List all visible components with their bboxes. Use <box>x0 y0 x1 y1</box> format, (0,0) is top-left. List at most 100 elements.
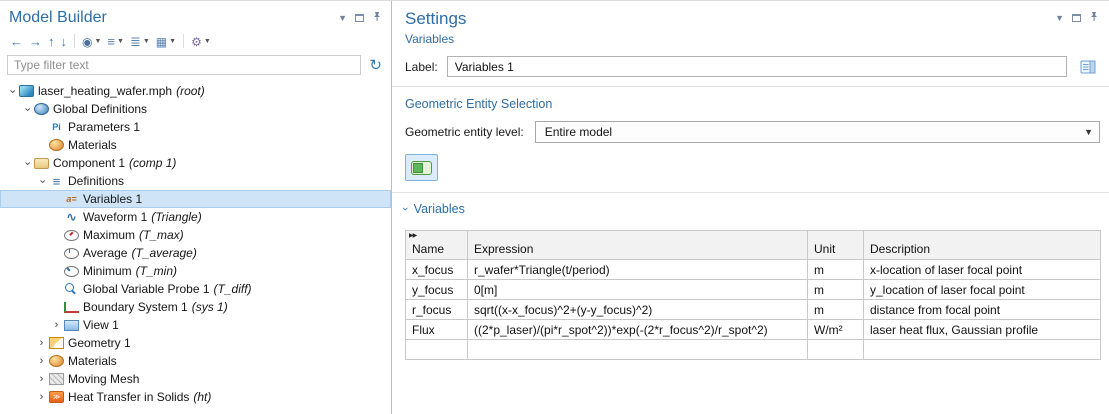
tree-item-suffix: (sys 1) <box>192 300 228 314</box>
forward-button[interactable] <box>26 34 45 49</box>
expand-icon[interactable] <box>50 320 63 331</box>
variable-description-cell[interactable]: laser heat flux, Gaussian profile <box>864 320 1101 340</box>
tree-item[interactable]: Definitions <box>0 172 391 190</box>
tree-item[interactable]: View 1 <box>0 316 391 334</box>
columns-button[interactable]: ▼ <box>153 34 179 49</box>
column-header-unit[interactable]: Unit <box>808 231 864 260</box>
gauge-avg-icon <box>64 248 79 259</box>
empty-cell[interactable] <box>864 340 1101 360</box>
variable-name-cell[interactable]: r_focus <box>406 300 468 320</box>
filter-input[interactable] <box>7 55 361 75</box>
tree-item[interactable]: Boundary System 1(sys 1) <box>0 298 391 316</box>
tree-item[interactable]: Average(T_average) <box>0 244 391 262</box>
tree-item[interactable]: Parameters 1 <box>0 118 391 136</box>
tree-item-suffix: (ht) <box>193 390 211 404</box>
variable-name-cell[interactable]: y_focus <box>406 280 468 300</box>
toolbar-settings-icon <box>191 35 202 48</box>
column-header-expression[interactable]: Expression <box>468 231 808 260</box>
more-options-icon <box>1080 60 1096 74</box>
model-icon <box>19 85 34 97</box>
variable-unit-cell[interactable]: W/m² <box>808 320 864 340</box>
variable-expression-cell[interactable]: 0[m] <box>468 280 808 300</box>
variables-table: NameExpressionUnitDescription x_focusr_w… <box>405 230 1101 360</box>
collapse-icon[interactable] <box>5 86 18 97</box>
variable-name-cell[interactable]: Flux <box>406 320 468 340</box>
tree-item[interactable]: Global Definitions <box>0 100 391 118</box>
model-builder-toolbar: ▼▼▼▼▼ <box>0 28 391 52</box>
variable-unit-cell[interactable]: m <box>808 260 864 280</box>
tree-item[interactable]: Materials <box>0 136 391 154</box>
variable-expression-cell[interactable]: ((2*p_laser)/(pi*r_spot^2))*exp(-(2*r_fo… <box>468 320 808 340</box>
panel-menu-icon[interactable]: ▼ <box>338 13 347 23</box>
collapse-icon[interactable] <box>35 176 48 187</box>
tree-item[interactable]: laser_heating_wafer.mph(root) <box>0 82 391 100</box>
tree-item[interactable]: Minimum(T_min) <box>0 262 391 280</box>
variables-section-header[interactable]: Variables <box>392 193 1109 223</box>
active-toggle-button[interactable] <box>405 154 438 181</box>
pin-icon[interactable] <box>1089 9 1099 27</box>
tree-item-suffix: (T_min) <box>136 264 177 278</box>
collapse-section-icon[interactable] <box>399 207 411 211</box>
expand-icon[interactable] <box>35 392 48 403</box>
tree-item[interactable]: Maximum(T_max) <box>0 226 391 244</box>
view-icon <box>64 320 79 331</box>
refresh-icon[interactable]: ↻ <box>367 58 384 73</box>
label-input[interactable] <box>447 56 1067 77</box>
show-button[interactable]: ▼ <box>79 34 104 49</box>
sort-button[interactable]: ▼ <box>127 34 153 49</box>
node-text-button[interactable]: ▼ <box>104 34 127 49</box>
variable-name-cell[interactable]: x_focus <box>406 260 468 280</box>
tree-item-label: Global Definitions <box>53 102 147 116</box>
variable-unit-cell[interactable]: m <box>808 280 864 300</box>
tree-item-suffix: (comp 1) <box>129 156 176 170</box>
variable-expression-cell[interactable]: r_wafer*Triangle(t/period) <box>468 260 808 280</box>
back-icon <box>10 35 23 48</box>
expand-icon[interactable] <box>35 356 48 367</box>
tree-item-label: Moving Mesh <box>68 372 139 386</box>
boundary-icon <box>64 302 79 313</box>
tree-item-label: laser_heating_wafer.mph <box>38 84 172 98</box>
columns-icon <box>156 35 167 48</box>
tree-item-label: Materials <box>68 354 117 368</box>
tree-item[interactable]: Variables 1 <box>0 190 391 208</box>
collapse-icon[interactable] <box>20 104 33 115</box>
geometric-entity-level-value: Entire model <box>545 125 612 139</box>
float-window-icon[interactable] <box>1072 14 1081 22</box>
column-header-description[interactable]: Description <box>864 231 1101 260</box>
variable-expression-cell[interactable]: sqrt((x-x_focus)^2+(y-y_focus)^2) <box>468 300 808 320</box>
materials-icon <box>49 355 64 367</box>
variable-description-cell[interactable]: y_location of laser focal point <box>864 280 1101 300</box>
tree-item-label: Maximum <box>83 228 135 242</box>
variable-description-cell[interactable]: x-location of laser focal point <box>864 260 1101 280</box>
component-icon <box>34 158 49 169</box>
collapse-icon[interactable] <box>20 158 33 169</box>
empty-cell[interactable] <box>808 340 864 360</box>
panel-menu-icon[interactable]: ▼ <box>1055 13 1064 23</box>
column-header-name[interactable]: Name <box>406 231 468 260</box>
geometric-entity-level-select[interactable]: Entire model ▼ <box>535 121 1100 143</box>
toolbar-settings-button[interactable]: ▼ <box>188 34 214 49</box>
settings-subtitle: Variables <box>392 29 1109 55</box>
variable-description-cell[interactable]: distance from focal point <box>864 300 1101 320</box>
tree-item[interactable]: Materials <box>0 352 391 370</box>
move-up-button[interactable] <box>45 34 58 49</box>
expand-icon[interactable] <box>35 374 48 385</box>
parameters-icon <box>49 120 64 134</box>
tree-item-label: Parameters 1 <box>68 120 140 134</box>
more-options-button[interactable] <box>1076 56 1100 77</box>
tree-item[interactable]: Global Variable Probe 1(T_diff) <box>0 280 391 298</box>
expand-icon[interactable] <box>35 338 48 349</box>
tree-item[interactable]: Component 1(comp 1) <box>0 154 391 172</box>
tree-item[interactable]: Geometry 1 <box>0 334 391 352</box>
back-button[interactable] <box>7 34 26 49</box>
move-down-button[interactable] <box>58 34 71 49</box>
float-window-icon[interactable] <box>355 14 364 22</box>
tree-item[interactable]: Heat Transfer in Solids(ht) <box>0 388 391 406</box>
tree-item[interactable]: Waveform 1(Triangle) <box>0 208 391 226</box>
toolbar-separator <box>183 34 184 48</box>
pin-icon[interactable] <box>372 9 382 27</box>
empty-cell[interactable] <box>406 340 468 360</box>
tree-item[interactable]: Moving Mesh <box>0 370 391 388</box>
empty-cell[interactable] <box>468 340 808 360</box>
variable-unit-cell[interactable]: m <box>808 300 864 320</box>
